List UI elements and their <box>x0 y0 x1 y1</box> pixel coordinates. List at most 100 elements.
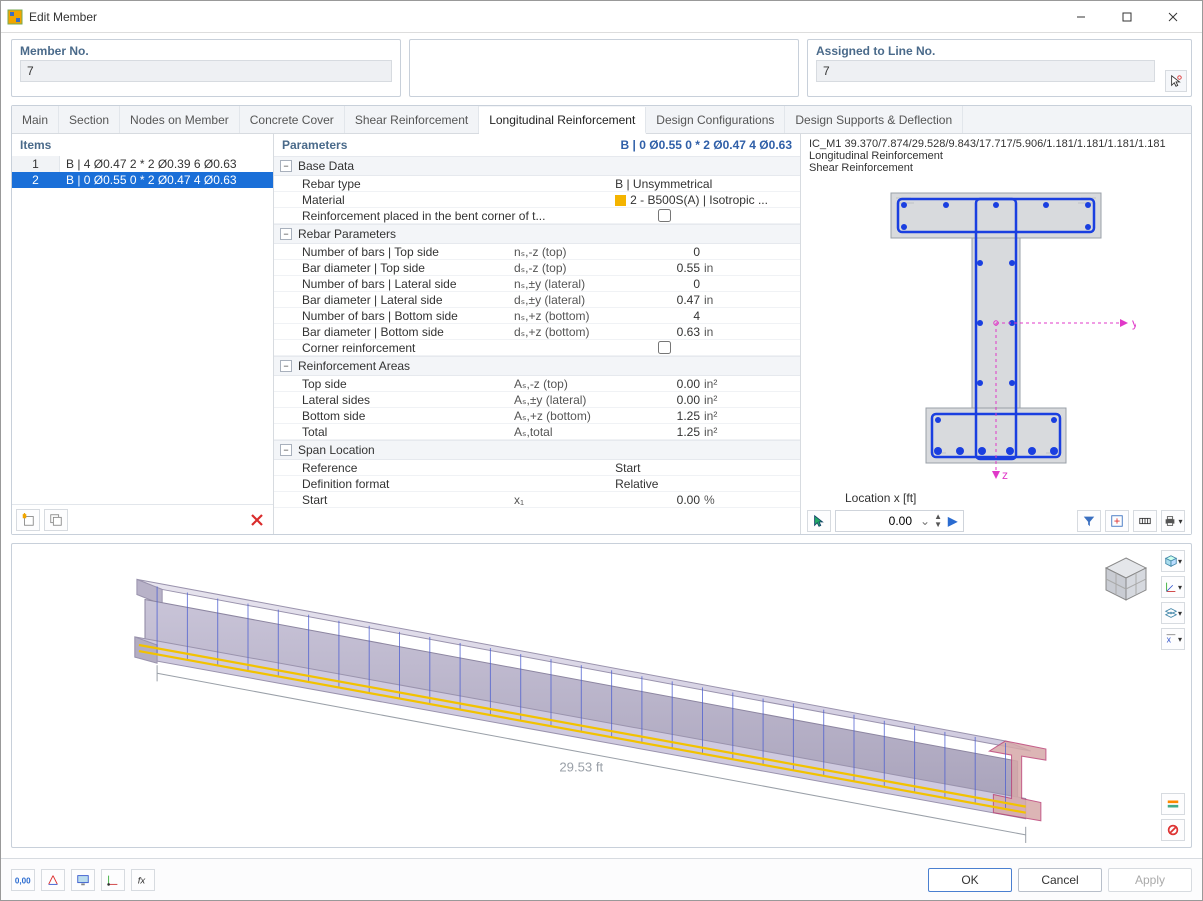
dimensions-button[interactable] <box>1133 510 1157 532</box>
location-x-input[interactable] <box>836 511 916 531</box>
units-icon: 0,00 <box>14 873 32 887</box>
layers-icon <box>1164 606 1178 620</box>
section-name-label: IC_M1 39.370/7.874/29.528/9.843/17.717/5… <box>809 138 1183 150</box>
dropdown-icon[interactable]: ⌄ <box>916 514 934 528</box>
view-x-button[interactable]: x▾ <box>1161 628 1185 650</box>
dia-bottom-value[interactable]: 0.63 <box>624 325 704 339</box>
window-minimize-button[interactable] <box>1058 2 1104 32</box>
tab-shear-reinforcement[interactable]: Shear Reinforcement <box>345 106 479 133</box>
assigned-line-input[interactable] <box>816 60 1155 82</box>
location-label: Location x [ft] <box>845 491 916 505</box>
graphics-button[interactable] <box>71 869 95 891</box>
delete-item-button[interactable] <box>245 509 269 531</box>
member-no-input[interactable] <box>20 60 392 82</box>
view-display-button[interactable]: ▾ <box>1161 602 1185 624</box>
tab-longitudinal-reinforcement[interactable]: Longitudinal Reinforcement <box>479 107 646 134</box>
reset-icon <box>1166 823 1180 837</box>
items-row-text: B | 4 Ø0.47 2 * 2 Ø0.39 6 Ø0.63 <box>60 156 273 172</box>
items-row-index: 1 <box>12 156 60 172</box>
view-values-button[interactable] <box>1161 793 1185 815</box>
parameters-grid[interactable]: −Base Data Rebar typeB | Unsymmetrical M… <box>274 156 800 534</box>
tab-bar: Main Section Nodes on Member Concrete Co… <box>12 106 1191 134</box>
preview-shear-label: Shear Reinforcement <box>809 162 1183 174</box>
area-lateral-value: 0.00 <box>624 393 704 407</box>
printer-icon <box>1163 514 1177 528</box>
group-reinforcement-areas[interactable]: −Reinforcement Areas <box>274 356 800 376</box>
filter-button[interactable] <box>1077 510 1101 532</box>
print-button[interactable]: ▾ <box>1161 510 1185 532</box>
structure-icon <box>46 873 60 887</box>
items-row-index: 2 <box>12 172 60 188</box>
preview-select-button[interactable] <box>807 510 831 532</box>
window-maximize-button[interactable] <box>1104 2 1150 32</box>
model-button[interactable] <box>41 869 65 891</box>
collapse-icon: − <box>280 444 292 456</box>
nbars-lateral-value[interactable]: 0 <box>624 277 704 291</box>
new-item-button[interactable] <box>16 509 40 531</box>
items-table[interactable]: 1 B | 4 Ø0.47 2 * 2 Ø0.39 6 Ø0.63 2 B | … <box>12 156 273 504</box>
group-base-data[interactable]: −Base Data <box>274 156 800 176</box>
cursor-icon <box>812 514 826 528</box>
extents-button[interactable] <box>1105 510 1129 532</box>
apply-button[interactable]: Apply <box>1108 868 1192 892</box>
assigned-line-label: Assigned to Line No. <box>808 40 1191 60</box>
tab-design-configurations[interactable]: Design Configurations <box>646 106 785 133</box>
formula-button[interactable]: fx <box>131 869 155 891</box>
member-3d-view[interactable]: 29.53 ft ▾ ▾ ▾ x▾ <box>11 543 1192 848</box>
span-format-value[interactable]: Relative <box>615 477 800 491</box>
nbars-top-value[interactable]: 0 <box>624 245 704 259</box>
coords-button[interactable] <box>101 869 125 891</box>
tab-section[interactable]: Section <box>59 106 120 133</box>
units-button[interactable]: 0,00 <box>11 869 35 891</box>
values-icon <box>1166 797 1180 811</box>
group-rebar-parameters[interactable]: −Rebar Parameters <box>274 224 800 244</box>
assigned-line-panel: Assigned to Line No. <box>807 39 1192 97</box>
area-bottom-value: 1.25 <box>624 409 704 423</box>
view-axes-button[interactable]: ▾ <box>1161 576 1185 598</box>
span-reference-value[interactable]: Start <box>615 461 800 475</box>
preview-longitudinal-label: Longitudinal Reinforcement <box>809 150 1183 162</box>
collapse-icon: − <box>280 228 292 240</box>
parameters-header: Parameters <box>282 138 347 152</box>
items-row[interactable]: 1 B | 4 Ø0.47 2 * 2 Ø0.39 6 Ø0.63 <box>12 156 273 172</box>
view-iso-button[interactable]: ▾ <box>1161 550 1185 572</box>
bent-corner-checkbox[interactable] <box>658 209 671 222</box>
view-reset-button[interactable] <box>1161 819 1185 841</box>
tab-main[interactable]: Main <box>12 106 59 133</box>
tab-nodes-on-member[interactable]: Nodes on Member <box>120 106 240 133</box>
span-start-value[interactable]: 0.00 <box>624 493 704 507</box>
cancel-button[interactable]: Cancel <box>1018 868 1102 892</box>
location-spinner[interactable]: ▲▼ <box>934 513 942 529</box>
tab-concrete-cover[interactable]: Concrete Cover <box>240 106 345 133</box>
collapse-icon: − <box>280 360 292 372</box>
tab-design-supports-deflection[interactable]: Design Supports & Deflection <box>785 106 963 133</box>
x-axis-icon: x <box>1164 632 1178 646</box>
dia-lateral-value[interactable]: 0.47 <box>624 293 704 307</box>
cube-small-icon <box>1164 554 1178 568</box>
pick-line-button[interactable] <box>1165 70 1187 92</box>
delete-icon <box>249 512 265 528</box>
copy-item-button[interactable] <box>44 509 68 531</box>
location-next-button[interactable]: ▶ <box>942 514 963 528</box>
svg-text:29.53 ft: 29.53 ft <box>559 759 603 774</box>
dia-top-value[interactable]: 0.55 <box>624 261 704 275</box>
navigation-cube[interactable] <box>1101 554 1151 604</box>
svg-text:y: y <box>1132 316 1136 330</box>
member-no-panel: Member No. <box>11 39 401 97</box>
group-span-location[interactable]: −Span Location <box>274 440 800 460</box>
ok-button[interactable]: OK <box>928 868 1012 892</box>
formula-icon: fx <box>136 873 150 887</box>
filter-icon <box>1082 514 1096 528</box>
cross-section-view[interactable]: y z <box>801 178 1191 488</box>
rebar-type-value[interactable]: B | Unsymmetrical <box>615 177 800 191</box>
window-close-button[interactable] <box>1150 2 1196 32</box>
nbars-bottom-value[interactable]: 4 <box>624 309 704 323</box>
corner-reinforcement-checkbox[interactable] <box>658 341 671 354</box>
cursor-pick-icon <box>1169 74 1183 88</box>
svg-text:fx: fx <box>138 875 147 886</box>
material-value[interactable]: 2 - B500S(A) | Isotropic ... <box>615 193 800 207</box>
coords-icon <box>106 873 120 887</box>
items-row[interactable]: 2 B | 0 Ø0.55 0 * 2 Ø0.47 4 Ø0.63 <box>12 172 273 188</box>
extents-icon <box>1110 514 1124 528</box>
parameters-header-summary: B | 0 Ø0.55 0 * 2 Ø0.47 4 Ø0.63 <box>621 138 792 152</box>
